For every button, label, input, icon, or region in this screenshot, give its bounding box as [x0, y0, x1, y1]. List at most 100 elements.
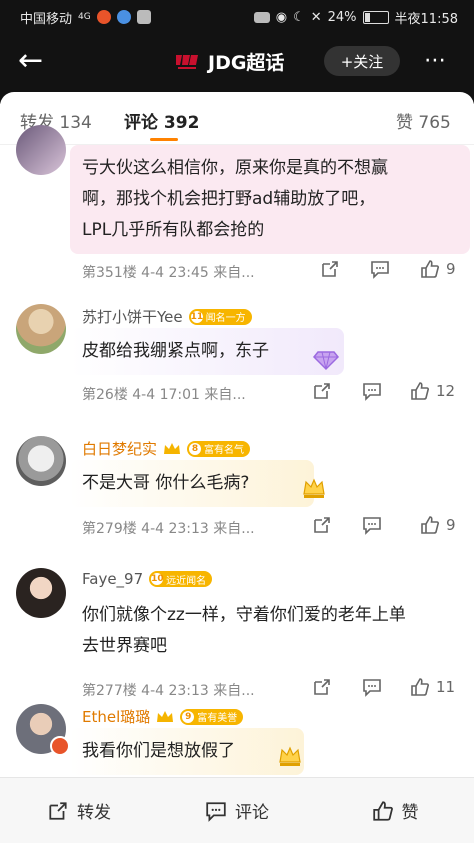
comment-label: 评论 [235, 803, 269, 823]
battery-percent: 24% [327, 9, 357, 25]
comment-line: 你们就像个zz一样，守着你们爱的老年上单 [82, 605, 406, 625]
like-button[interactable]: 12 [410, 381, 455, 401]
photo-notify-icon [136, 10, 151, 24]
comment-line: 亏大伙这么相信你，原来你是真的不想赢 [82, 158, 388, 178]
comment-meta: 第279楼 4-4 23:13 来自... [82, 521, 255, 537]
moon-icon: ☾ [293, 9, 305, 25]
repost-label: 转发 [77, 803, 111, 823]
repost-button[interactable]: 转发 [0, 778, 158, 843]
comment-author[interactable]: Ethel璐璐 9 富有美誉 [82, 706, 244, 727]
repost-icon[interactable] [312, 381, 332, 401]
like-button[interactable]: 9 [420, 515, 456, 535]
badge-text: 闻名一方 [205, 313, 246, 324]
like-button[interactable]: 9 [420, 259, 456, 279]
like-button[interactable]: 11 [410, 677, 455, 697]
badge-level: 10 [151, 573, 164, 585]
thumb-up-icon [411, 678, 429, 696]
badge-level: 11 [190, 310, 204, 323]
comment-meta: 第26楼 4-4 17:01 来自... [82, 387, 246, 403]
comment-line: 皮都给我绷紧点啊，东子 [82, 341, 269, 361]
comment-line: 啊，那找个机会把打野ad辅助放了吧， [82, 189, 376, 209]
repost-icon[interactable] [312, 515, 332, 535]
thumb-up-icon [372, 800, 393, 821]
author-name: Faye_97 [82, 570, 144, 588]
fan-level-badge: 10 远近闻名 [149, 571, 213, 587]
comment-icon[interactable] [362, 677, 382, 697]
comment-text: 皮都给我绷紧点啊，东子 [70, 328, 344, 375]
avatar[interactable] [16, 304, 66, 354]
comment-text: 我看你们是想放假了 [70, 728, 304, 775]
comment-icon[interactable] [362, 515, 382, 535]
crown-icon [157, 710, 174, 722]
comment-icon [206, 801, 226, 822]
tab-comments[interactable]: 评论 392 [124, 108, 199, 133]
title-group[interactable]: JDG超话 [174, 48, 284, 75]
repost-icon [49, 801, 67, 820]
comment-line: 去世界赛吧 [82, 636, 167, 656]
comment-icon[interactable] [370, 259, 390, 279]
app-notify-icon [116, 10, 131, 24]
gold-crown-decoration-icon [276, 742, 304, 770]
tab-likes[interactable]: 赞 765 [396, 108, 451, 133]
fan-level-badge: 8 富有名气 [187, 440, 251, 457]
repost-icon[interactable] [320, 259, 340, 279]
comment-icon[interactable] [362, 381, 382, 401]
back-arrow-icon[interactable]: ← [18, 46, 50, 78]
verified-badge-icon [50, 736, 70, 756]
page-title: JDG超话 [208, 52, 285, 74]
comment-author[interactable]: 苏打小饼干Yee 11 闻名一方 [82, 306, 252, 327]
comment-meta: 第277楼 4-4 23:13 来自... [82, 683, 255, 699]
nav-bar: ← JDG超话 +关注 ⋯ [0, 34, 474, 90]
hd-icon [253, 11, 270, 23]
active-tab-indicator [150, 138, 178, 141]
badge-level: 8 [189, 442, 202, 455]
like-count: 12 [436, 382, 456, 400]
like-label: 赞 [401, 803, 419, 823]
thumb-up-icon [421, 516, 439, 534]
tab-bar: 转发 134 评论 392 赞 765 [0, 92, 474, 145]
badge-text: 富有名气 [204, 445, 245, 456]
comment-author[interactable]: 白日梦纪实 8 富有名气 [82, 438, 251, 459]
comment-button[interactable]: 评论 [158, 778, 316, 843]
network-label: 4G [78, 12, 91, 22]
comment-text: 你们就像个zz一样，守着你们爱的老年上单 去世界赛吧 [70, 592, 474, 670]
comment-line: LPL几乎所有队都会抢的 [82, 220, 265, 240]
diamond-decoration-icon [312, 344, 340, 372]
crown-icon [164, 442, 181, 454]
follow-button[interactable]: +关注 [324, 46, 400, 76]
status-bar: 中国移动 4G ◉ ☾ ✕ 24% 半夜11:58 [0, 0, 474, 34]
badge-text: 远近闻名 [166, 575, 207, 587]
fan-level-badge: 11 闻名一方 [188, 308, 252, 325]
avatar[interactable] [16, 436, 66, 486]
author-name: 苏打小饼干Yee [82, 308, 183, 326]
like-count: 9 [446, 516, 456, 534]
comments-panel: 转发 134 评论 392 赞 765 亏大伙这么相信你，原来你是真的不想赢 啊… [0, 92, 474, 842]
thumb-up-icon [421, 260, 439, 278]
like-count: 11 [436, 678, 456, 696]
like-button[interactable]: 赞 [316, 778, 474, 843]
carrier-label: 中国移动 [20, 11, 73, 27]
eye-icon: ◉ [275, 9, 288, 25]
avatar[interactable] [16, 568, 66, 618]
comment-line: 不是大哥 你什么毛病? [82, 473, 250, 493]
comment-line: 我看你们是想放假了 [82, 741, 235, 761]
badge-text: 富有美誉 [197, 713, 238, 724]
comment-text: 不是大哥 你什么毛病? [70, 460, 314, 507]
thumb-up-icon [411, 382, 429, 400]
comment-text: 亏大伙这么相信你，原来你是真的不想赢 啊，那找个机会把打野ad辅助放了吧， LP… [70, 145, 470, 254]
comment-meta: 第351楼 4-4 23:45 来自... [82, 265, 255, 281]
gold-crown-decoration-icon [300, 474, 328, 502]
like-count: 9 [446, 260, 456, 278]
mute-icon: ✕ [310, 9, 322, 25]
author-name: 白日梦纪实 [82, 440, 158, 458]
battery-icon [362, 10, 389, 24]
jdg-logo-icon [176, 54, 198, 69]
clock: 半夜11:58 [394, 11, 458, 27]
repost-icon[interactable] [312, 677, 332, 697]
avatar[interactable] [16, 125, 66, 175]
comment-author[interactable]: Faye_97 10 远近闻名 [82, 570, 213, 588]
more-icon[interactable]: ⋯ [424, 48, 448, 73]
fan-level-badge: 9 富有美誉 [180, 708, 244, 725]
badge-level: 9 [182, 710, 195, 723]
bottom-action-bar: 转发 评论 赞 [0, 777, 474, 843]
